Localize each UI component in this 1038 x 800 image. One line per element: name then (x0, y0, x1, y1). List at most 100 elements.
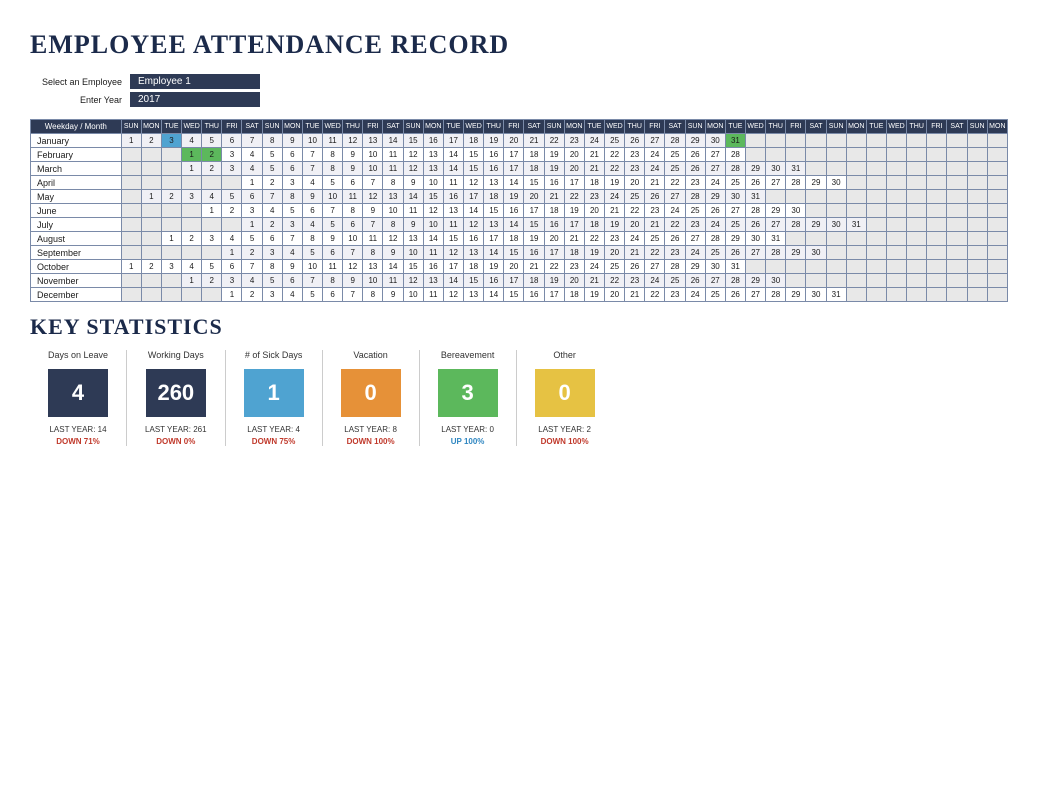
day-cell[interactable]: 8 (383, 176, 403, 190)
day-cell[interactable] (866, 260, 886, 274)
day-cell[interactable]: 22 (584, 232, 604, 246)
day-cell[interactable] (967, 204, 987, 218)
day-cell[interactable]: 3 (282, 218, 302, 232)
day-cell[interactable]: 8 (363, 246, 383, 260)
day-cell[interactable]: 5 (222, 190, 242, 204)
day-cell[interactable] (121, 204, 141, 218)
day-cell[interactable]: 29 (766, 204, 786, 218)
day-cell[interactable]: 17 (443, 134, 463, 148)
day-cell[interactable]: 10 (343, 232, 363, 246)
day-cell[interactable]: 25 (725, 218, 745, 232)
day-cell[interactable]: 15 (524, 176, 544, 190)
day-cell[interactable] (987, 232, 1007, 246)
day-cell[interactable]: 9 (282, 260, 302, 274)
day-cell[interactable]: 27 (746, 288, 766, 302)
day-cell[interactable] (806, 260, 826, 274)
day-cell[interactable] (987, 260, 1007, 274)
day-cell[interactable]: 2 (141, 260, 161, 274)
day-cell[interactable]: 24 (584, 134, 604, 148)
day-cell[interactable] (987, 134, 1007, 148)
day-cell[interactable]: 1 (242, 176, 262, 190)
day-cell[interactable]: 15 (524, 218, 544, 232)
day-cell[interactable]: 19 (484, 134, 504, 148)
day-cell[interactable]: 16 (423, 260, 443, 274)
day-cell[interactable]: 6 (242, 190, 262, 204)
day-cell[interactable]: 17 (544, 288, 564, 302)
day-cell[interactable] (121, 232, 141, 246)
day-cell[interactable]: 13 (403, 232, 423, 246)
day-cell[interactable] (927, 148, 947, 162)
day-cell[interactable]: 6 (302, 204, 322, 218)
day-cell[interactable]: 23 (685, 176, 705, 190)
day-cell[interactable]: 2 (182, 232, 202, 246)
day-cell[interactable]: 31 (725, 260, 745, 274)
day-cell[interactable]: 18 (464, 134, 484, 148)
day-cell[interactable]: 18 (584, 176, 604, 190)
day-cell[interactable]: 30 (725, 190, 745, 204)
day-cell[interactable]: 19 (524, 232, 544, 246)
day-cell[interactable]: 2 (242, 246, 262, 260)
day-cell[interactable]: 20 (524, 190, 544, 204)
day-cell[interactable]: 7 (363, 218, 383, 232)
day-cell[interactable]: 11 (403, 204, 423, 218)
day-cell[interactable]: 14 (443, 162, 463, 176)
day-cell[interactable]: 16 (484, 274, 504, 288)
day-cell[interactable]: 11 (423, 246, 443, 260)
day-cell[interactable] (967, 232, 987, 246)
day-cell[interactable] (967, 246, 987, 260)
day-cell[interactable]: 10 (323, 190, 343, 204)
day-cell[interactable]: 2 (242, 288, 262, 302)
day-cell[interactable] (141, 204, 161, 218)
day-cell[interactable]: 14 (403, 190, 423, 204)
day-cell[interactable]: 1 (161, 232, 181, 246)
day-cell[interactable]: 17 (504, 148, 524, 162)
day-cell[interactable] (826, 260, 846, 274)
day-cell[interactable] (967, 218, 987, 232)
day-cell[interactable] (866, 148, 886, 162)
day-cell[interactable] (987, 162, 1007, 176)
day-cell[interactable]: 2 (202, 274, 222, 288)
day-cell[interactable]: 6 (282, 162, 302, 176)
day-cell[interactable]: 12 (403, 274, 423, 288)
day-cell[interactable]: 5 (262, 148, 282, 162)
day-cell[interactable] (806, 190, 826, 204)
day-cell[interactable]: 31 (725, 134, 745, 148)
day-cell[interactable]: 5 (323, 176, 343, 190)
day-cell[interactable]: 28 (705, 232, 725, 246)
day-cell[interactable] (967, 176, 987, 190)
day-cell[interactable]: 11 (443, 176, 463, 190)
day-cell[interactable] (846, 274, 866, 288)
day-cell[interactable]: 23 (605, 232, 625, 246)
day-cell[interactable]: 18 (524, 148, 544, 162)
day-cell[interactable]: 21 (645, 218, 665, 232)
day-cell[interactable] (927, 218, 947, 232)
day-cell[interactable]: 27 (746, 246, 766, 260)
day-cell[interactable]: 1 (202, 204, 222, 218)
day-cell[interactable]: 15 (484, 204, 504, 218)
day-cell[interactable]: 21 (584, 274, 604, 288)
day-cell[interactable] (987, 274, 1007, 288)
day-cell[interactable] (907, 134, 927, 148)
day-cell[interactable]: 18 (484, 190, 504, 204)
day-cell[interactable]: 7 (262, 190, 282, 204)
day-cell[interactable] (967, 162, 987, 176)
day-cell[interactable]: 9 (302, 190, 322, 204)
day-cell[interactable]: 22 (625, 204, 645, 218)
day-cell[interactable] (866, 176, 886, 190)
day-cell[interactable] (886, 148, 906, 162)
day-cell[interactable]: 21 (564, 232, 584, 246)
day-cell[interactable]: 26 (625, 260, 645, 274)
day-cell[interactable] (141, 288, 161, 302)
day-cell[interactable] (947, 148, 967, 162)
day-cell[interactable]: 29 (786, 246, 806, 260)
day-cell[interactable]: 9 (343, 148, 363, 162)
day-cell[interactable]: 11 (383, 162, 403, 176)
day-cell[interactable] (846, 148, 866, 162)
day-cell[interactable]: 8 (302, 232, 322, 246)
day-cell[interactable]: 6 (282, 274, 302, 288)
day-cell[interactable]: 6 (343, 176, 363, 190)
day-cell[interactable] (886, 190, 906, 204)
day-cell[interactable]: 27 (645, 134, 665, 148)
day-cell[interactable]: 21 (544, 190, 564, 204)
day-cell[interactable] (786, 148, 806, 162)
